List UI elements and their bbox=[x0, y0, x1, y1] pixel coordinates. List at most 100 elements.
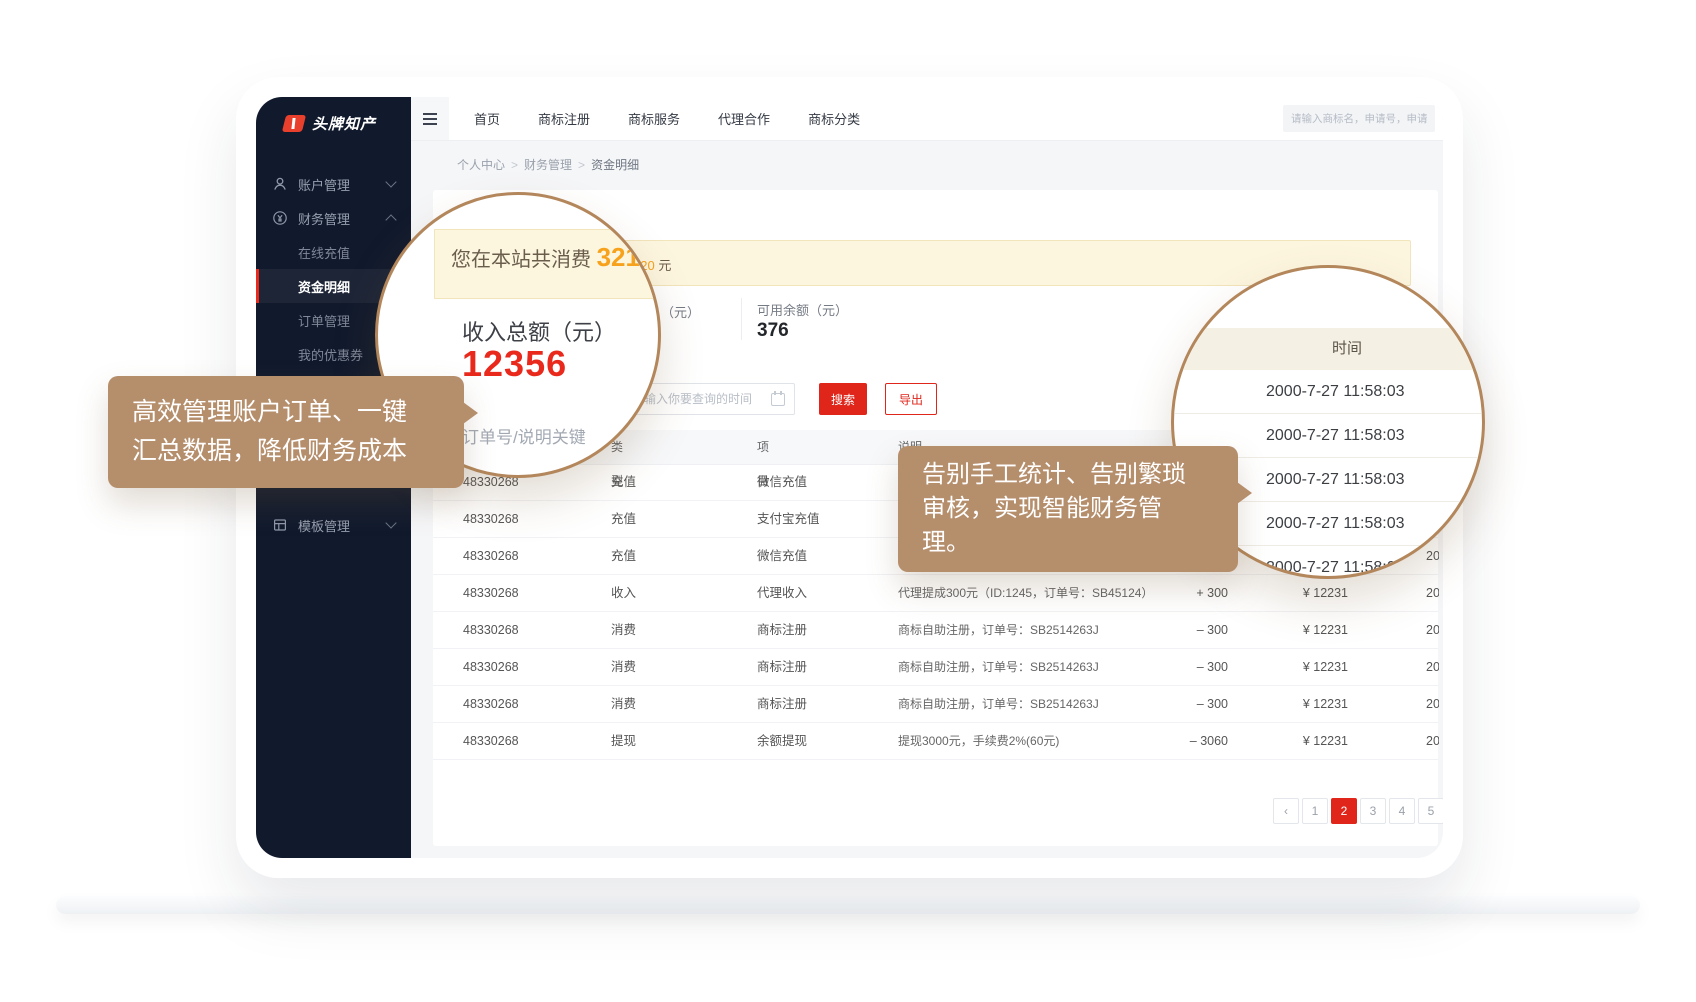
finance-icon bbox=[272, 210, 288, 226]
cell-project: 商标注册 bbox=[757, 612, 807, 648]
sidebar-item-label: 订单管理 bbox=[298, 311, 350, 330]
cell-order-no: 48330268 bbox=[463, 723, 519, 759]
cell-description: 代理提成300元（ID:1245，订单号：SB45124） bbox=[898, 575, 1153, 611]
available-balance-label: 可用余额（元） bbox=[757, 300, 848, 319]
nav-link-1[interactable]: 商标注册 bbox=[519, 109, 609, 128]
callout-left: 高效管理账户订单、一键汇总数据，降低财务成本 bbox=[108, 376, 464, 488]
cell-time: 2000-7-27 11:58:03 bbox=[1426, 723, 1439, 759]
nav-link-3[interactable]: 代理合作 bbox=[699, 109, 789, 128]
breadcrumb-separator: > bbox=[511, 158, 518, 172]
stat-middle-label: （元） bbox=[661, 302, 700, 321]
callout-right-line: 告别手工统计、告别繁琐 bbox=[922, 458, 1214, 492]
pagination-page-1[interactable]: 1 bbox=[1302, 798, 1328, 824]
cell-type: 消费 bbox=[611, 612, 636, 648]
callout-right-line: 理。 bbox=[922, 526, 1214, 560]
table-row[interactable]: 48330268 消费 商标注册 商标自助注册，订单号：SB2514263J – 300… bbox=[433, 612, 1438, 649]
chevron-up-icon bbox=[385, 214, 396, 225]
cell-balance: ¥ 12231 bbox=[1258, 612, 1348, 648]
pagination-page-5[interactable]: 5 bbox=[1418, 798, 1443, 824]
cell-order-no: 48330268 bbox=[463, 501, 519, 537]
stat-divider bbox=[741, 298, 742, 340]
cell-type: 收入 bbox=[611, 575, 636, 611]
pagination: ‹12345 bbox=[1273, 798, 1443, 824]
cell-type: 消费 bbox=[611, 649, 636, 685]
nav-link-0[interactable]: 首页 bbox=[455, 109, 519, 128]
cell-order-no: 48330268 bbox=[463, 612, 519, 648]
cell-amount: – 3060 bbox=[1133, 723, 1228, 759]
user-icon bbox=[272, 176, 288, 192]
cell-time: 2000-7-27 11:58:03 bbox=[1426, 649, 1439, 685]
breadcrumb-item[interactable]: 个人中心 bbox=[457, 158, 505, 172]
cell-balance: ¥ 12231 bbox=[1258, 723, 1348, 759]
magnified-time-value: 2000-7-27 11:58:03 bbox=[1174, 370, 1482, 414]
cell-order-no: 48330268 bbox=[463, 575, 519, 611]
sidebar-item-label: 在线充值 bbox=[298, 243, 350, 262]
cell-type: 充值 bbox=[611, 464, 636, 500]
magnified-banner-text: 您在本站共消费 bbox=[451, 249, 597, 271]
sidebar-item-2[interactable]: 在线充值 bbox=[256, 235, 411, 269]
keyword-input-placeholder-fragment: 订单号/说明关键 bbox=[462, 423, 586, 448]
brand-logo[interactable]: 头牌知产 bbox=[256, 97, 411, 134]
cell-amount: – 300 bbox=[1133, 686, 1228, 722]
table-row[interactable]: 48330268收入代理收入代理提成300元（ID:1245，订单号：SB451… bbox=[433, 575, 1438, 612]
menu-hamburger-icon[interactable] bbox=[411, 97, 449, 140]
nav-links: 首页商标注册商标服务代理合作商标分类 bbox=[455, 97, 879, 140]
nav-link-4[interactable]: 商标分类 bbox=[789, 109, 879, 128]
cell-time: 2000-7-27 11:58:03 bbox=[1426, 686, 1439, 722]
pagination-page-4[interactable]: 4 bbox=[1389, 798, 1415, 824]
breadcrumb-item[interactable]: 财务管理 bbox=[524, 158, 572, 172]
nav-link-2[interactable]: 商标服务 bbox=[609, 109, 699, 128]
cell-description: 商标自助注册，订单号：SB2514263J bbox=[898, 612, 1099, 648]
callout-left-line: 高效管理账户订单、一键 bbox=[132, 393, 440, 432]
cell-amount: – 300 bbox=[1133, 649, 1228, 685]
cell-description: 商标自助注册，订单号：SB2514263J bbox=[898, 686, 1099, 722]
calendar-icon bbox=[771, 393, 785, 406]
table-row[interactable]: 48330268消费商标注册商标自助注册，订单号：SB2514263J– 300… bbox=[433, 686, 1438, 723]
cell-type: 消费 bbox=[611, 686, 636, 722]
callout-right-line: 审核，实现智能财务管 bbox=[922, 492, 1214, 526]
income-total-value: 12356 bbox=[462, 343, 567, 385]
breadcrumb-separator: > bbox=[578, 158, 585, 172]
cell-order-no: 48330268 bbox=[463, 686, 519, 722]
trademark-search-input[interactable] bbox=[1283, 105, 1435, 132]
chevron-down-icon: ∨ bbox=[761, 430, 768, 464]
top-navbar: 首页商标注册商标服务代理合作商标分类 bbox=[411, 97, 1443, 141]
callout-right: 告别手工统计、告别繁琐审核，实现智能财务管理。 bbox=[898, 446, 1238, 572]
cell-type: 充值 bbox=[611, 501, 636, 537]
cell-project: 微信充值 bbox=[757, 464, 807, 500]
laptop-base bbox=[56, 896, 1640, 914]
callout-arrow-icon bbox=[1237, 482, 1252, 504]
template-icon bbox=[272, 517, 288, 533]
brand-name: 头牌知产 bbox=[312, 113, 376, 134]
cell-order-no: 48330268 bbox=[463, 538, 519, 574]
cell-amount: + 300 bbox=[1133, 575, 1228, 611]
table-row[interactable]: 48330268消费商标注册商标自助注册，订单号：SB2514263J– 300… bbox=[433, 649, 1438, 686]
cell-description: 提现3000元，手续费2%(60元) bbox=[898, 723, 1059, 759]
export-button[interactable]: 导出 bbox=[885, 383, 937, 415]
sidebar-item-label: 账户管理 bbox=[298, 175, 350, 194]
magnified-time-header: 时间 bbox=[1174, 328, 1482, 370]
cell-amount: – 300 bbox=[1133, 612, 1228, 648]
sidebar-item-7[interactable]: 模板管理 bbox=[256, 508, 411, 542]
search-button[interactable]: 搜索 bbox=[819, 383, 867, 415]
table-row[interactable]: 48330268提现余额提现提现3000元，手续费2%(60元)– 3060¥ … bbox=[433, 723, 1438, 760]
sidebar-item-label: 资金明细 bbox=[298, 277, 350, 296]
cell-project: 商标注册 bbox=[757, 649, 807, 685]
magnified-consumption-banner: 您在本站共消费 32124 大 bbox=[434, 229, 661, 299]
pagination-page-3[interactable]: 3 bbox=[1360, 798, 1386, 824]
cell-balance: ¥ 12231 bbox=[1258, 686, 1348, 722]
cell-description: 商标自助注册，订单号：SB2514263J bbox=[898, 649, 1099, 685]
chevron-down-icon bbox=[385, 517, 396, 528]
cell-project: 微信充值 bbox=[757, 538, 807, 574]
cell-project: 余额提现 bbox=[757, 723, 807, 759]
breadcrumb-item-current: 资金明细 bbox=[591, 158, 639, 172]
pagination-page-2[interactable]: 2 bbox=[1331, 798, 1357, 824]
breadcrumb: 个人中心 > 财务管理 > 资金明细 bbox=[411, 141, 1443, 173]
sidebar-item-0[interactable]: 账户管理 bbox=[256, 167, 411, 201]
stage: 头牌知产 账户管理财务管理在线充值资金明细订单管理我的优惠券我的发票模板管理 首… bbox=[0, 0, 1696, 1002]
cell-type: 充值 bbox=[611, 538, 636, 574]
sidebar-item-1[interactable]: 财务管理 bbox=[256, 201, 411, 235]
pagination-prev-button[interactable]: ‹ bbox=[1273, 798, 1299, 824]
cell-time: 2000-7-27 11:58:03 bbox=[1426, 575, 1439, 611]
sidebar-item-label: 财务管理 bbox=[298, 209, 350, 228]
